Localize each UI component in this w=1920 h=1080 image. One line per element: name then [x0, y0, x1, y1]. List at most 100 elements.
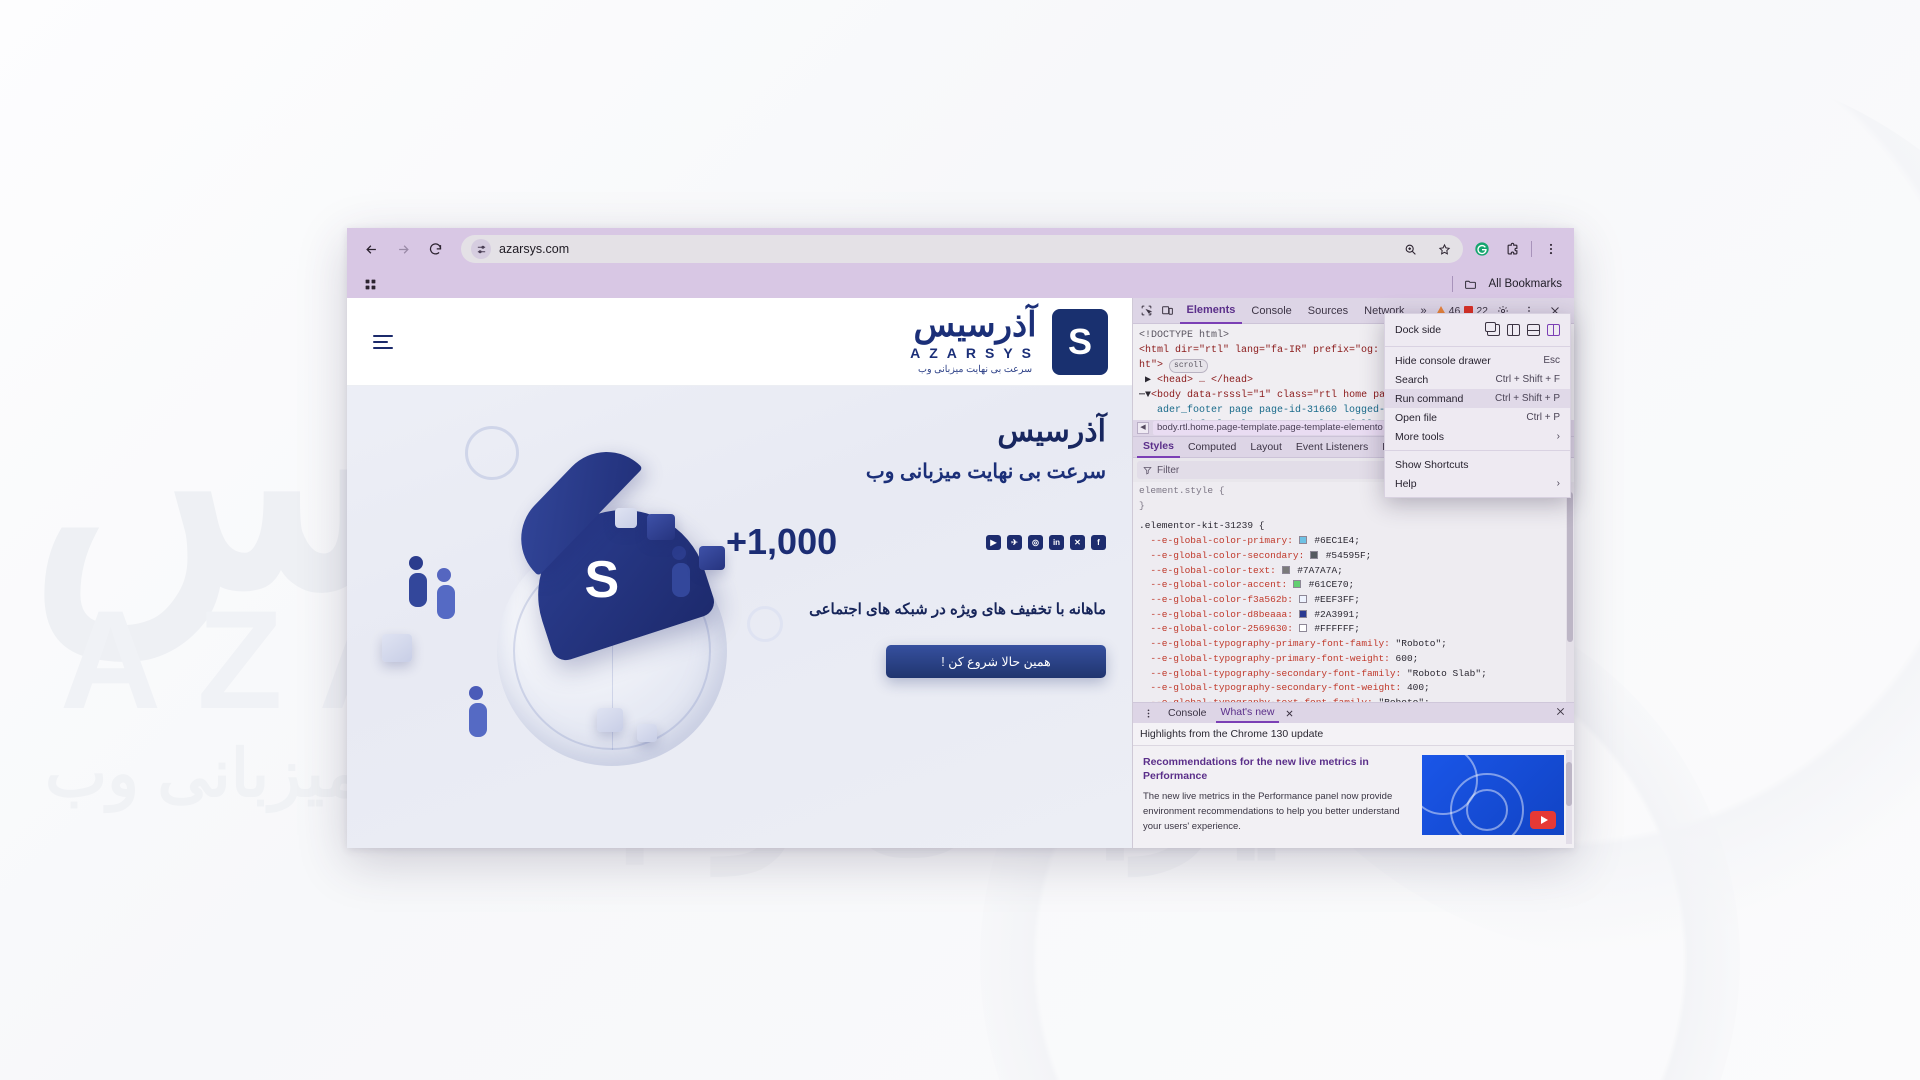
menu-item-more-tools[interactable]: More tools › — [1385, 427, 1570, 446]
style-declaration[interactable]: --e-global-typography-secondary-font-fam… — [1139, 667, 1568, 682]
whats-new-article-title[interactable]: Recommendations for the new live metrics… — [1143, 755, 1412, 783]
instagram-icon[interactable]: ◎ — [1028, 534, 1043, 550]
color-swatch-icon[interactable] — [1298, 595, 1307, 604]
drawer-tab-whats-new[interactable]: What's new — [1215, 703, 1280, 723]
menu-item-accelerator: Esc — [1543, 355, 1560, 366]
subtab-event-listeners[interactable]: Event Listeners — [1290, 436, 1374, 458]
style-declaration[interactable]: --e-global-typography-primary-font-famil… — [1139, 637, 1568, 652]
declaration-value: "Roboto"; — [1389, 638, 1447, 650]
declaration-property: --e-global-color-f3a562b: — [1139, 594, 1293, 606]
forward-arrow-icon[interactable] — [389, 235, 417, 263]
style-declaration[interactable]: --e-global-color-secondary: #54595F; — [1139, 549, 1568, 564]
menu-item-open-file[interactable]: Open file Ctrl + P — [1385, 408, 1570, 427]
star-bookmark-icon[interactable] — [1433, 238, 1455, 260]
menu-item-run-command[interactable]: Run command Ctrl + Shift + P — [1385, 389, 1570, 408]
three-dot-menu-icon[interactable] — [1540, 238, 1562, 260]
capsule-letter: S — [584, 550, 620, 609]
reload-icon[interactable] — [421, 235, 449, 263]
tab-elements[interactable]: Elements — [1179, 298, 1243, 324]
style-declaration[interactable]: --e-global-color-f3a562b: #EEF3FF; — [1139, 593, 1568, 608]
hamburger-menu-icon[interactable] — [373, 334, 393, 349]
rule-selector: .elementor-kit-31239 { post-31239,…71325… — [1139, 487, 1568, 534]
subtab-computed[interactable]: Computed — [1182, 436, 1242, 458]
subtab-styles[interactable]: Styles — [1137, 436, 1180, 458]
style-declaration[interactable]: --e-global-color-primary: #6EC1E4; — [1139, 534, 1568, 549]
dock-to-right-icon[interactable] — [1547, 324, 1560, 336]
style-declaration[interactable]: --e-global-color-d8beaaa: #2A3991; — [1139, 608, 1568, 623]
logo-latin-text: AZARSYS — [910, 345, 1040, 362]
styles-filter-placeholder: Filter — [1157, 464, 1180, 476]
drawer-kebab-icon[interactable] — [1137, 703, 1159, 723]
inspect-element-icon[interactable] — [1137, 301, 1156, 321]
back-arrow-icon[interactable] — [357, 235, 385, 263]
site-logo[interactable]: آذرسیس AZARSYS سرعت بی نهایت میزبانی وب … — [910, 308, 1108, 375]
color-swatch-icon[interactable] — [1298, 609, 1307, 618]
menu-item-label: Run command — [1395, 392, 1464, 405]
breadcrumb-scroll-left-icon[interactable]: ◀ — [1137, 422, 1149, 434]
youtube-icon[interactable]: ▶ — [986, 534, 1001, 550]
x-twitter-icon[interactable]: ✕ — [1070, 534, 1085, 550]
color-swatch-icon[interactable] — [1310, 550, 1319, 559]
color-swatch-icon[interactable] — [1298, 624, 1307, 633]
styles-pane[interactable]: element.style { } .elementor-kit-31239 {… — [1133, 482, 1574, 702]
styles-scrollbar[interactable] — [1566, 482, 1574, 702]
browser-toolbar: azarsys.com — [347, 228, 1574, 270]
dock-to-bottom-icon[interactable] — [1527, 324, 1540, 336]
tab-console[interactable]: Console — [1244, 298, 1298, 324]
undock-into-separate-window-icon[interactable] — [1485, 322, 1500, 336]
logo-persian-text: آذرسیس — [913, 306, 1037, 345]
site-settings-tune-icon[interactable] — [471, 239, 491, 259]
folder-icon[interactable] — [1460, 273, 1482, 295]
hero-cta-button[interactable]: همین حالا شروع کن ! — [886, 645, 1106, 679]
declaration-property: --e-global-color-primary: — [1139, 535, 1293, 547]
dock-to-left-icon[interactable] — [1507, 324, 1520, 336]
element-style-close: } — [1139, 499, 1145, 511]
menu-divider-2 — [1385, 450, 1570, 451]
style-declaration[interactable]: --e-global-typography-secondary-font-wei… — [1139, 681, 1568, 696]
logo-mark-icon: S — [1052, 308, 1108, 375]
site-header: آذرسیس AZARSYS سرعت بی نهایت میزبانی وب … — [347, 298, 1132, 386]
person-graphic-4 — [469, 686, 487, 737]
zoom-in-icon[interactable] — [1399, 238, 1421, 260]
cube-graphic-2 — [699, 546, 725, 570]
style-declaration[interactable]: --e-global-typography-text-font-family: … — [1139, 696, 1568, 702]
color-swatch-icon[interactable] — [1292, 580, 1301, 589]
menu-item-hide-console-drawer[interactable]: Hide console drawer Esc — [1385, 351, 1570, 370]
color-swatch-icon[interactable] — [1281, 565, 1290, 574]
play-button-icon[interactable] — [1530, 811, 1556, 829]
style-declaration[interactable]: --e-global-typography-primary-font-weigh… — [1139, 652, 1568, 667]
chevron-right-icon: › — [1556, 431, 1560, 442]
style-declaration[interactable]: --e-global-color-text: #7A7A7A; — [1139, 564, 1568, 579]
cube-graphic-4 — [382, 634, 412, 662]
declaration-property: --e-global-color-d8beaaa: — [1139, 608, 1293, 620]
all-bookmarks-label[interactable]: All Bookmarks — [1489, 278, 1563, 290]
style-declaration[interactable]: --e-global-color-2569630: #FFFFFF; — [1139, 622, 1568, 637]
grammarly-extension-icon[interactable] — [1471, 238, 1493, 260]
linkedin-icon[interactable]: in — [1049, 534, 1064, 550]
menu-item-help[interactable]: Help › — [1385, 474, 1570, 493]
tab-sources[interactable]: Sources — [1301, 298, 1355, 324]
breadcrumb-selected-node[interactable]: body.rtl.home.page-template.page-templat… — [1153, 420, 1387, 436]
bookmarks-divider — [1451, 276, 1453, 292]
menu-item-show-shortcuts[interactable]: Show Shortcuts — [1385, 455, 1570, 474]
device-toolbar-icon[interactable] — [1158, 301, 1177, 321]
drawer-close-icon[interactable] — [1555, 706, 1570, 720]
menu-item-search[interactable]: Search Ctrl + Shift + F — [1385, 370, 1570, 389]
telegram-icon[interactable]: ✈ — [1007, 534, 1022, 550]
whats-new-scrollbar[interactable] — [1566, 750, 1572, 844]
subtab-layout[interactable]: Layout — [1244, 436, 1288, 458]
hero-section: S آذرسیس سرعت بی نهایت میزبانی وب ▶ ✈ ◎ … — [347, 386, 1132, 848]
drawer-tab-close-icon[interactable] — [1283, 703, 1295, 723]
address-bar[interactable]: azarsys.com — [461, 235, 1463, 263]
toolbar-divider — [1531, 241, 1532, 257]
drawer-tab-console[interactable]: Console — [1163, 703, 1212, 723]
extensions-puzzle-icon[interactable] — [1501, 238, 1523, 260]
menu-item-label: Help — [1395, 477, 1417, 490]
facebook-icon[interactable]: f — [1091, 534, 1106, 550]
menu-item-accelerator: Ctrl + Shift + P — [1494, 393, 1560, 404]
whats-new-video-thumbnail[interactable] — [1422, 755, 1564, 835]
declaration-property: --e-global-typography-secondary-font-fam… — [1139, 667, 1402, 679]
style-declaration[interactable]: --e-global-color-accent: #61CE70; — [1139, 578, 1568, 593]
color-swatch-icon[interactable] — [1298, 536, 1307, 545]
apps-grid-icon[interactable] — [359, 273, 381, 295]
